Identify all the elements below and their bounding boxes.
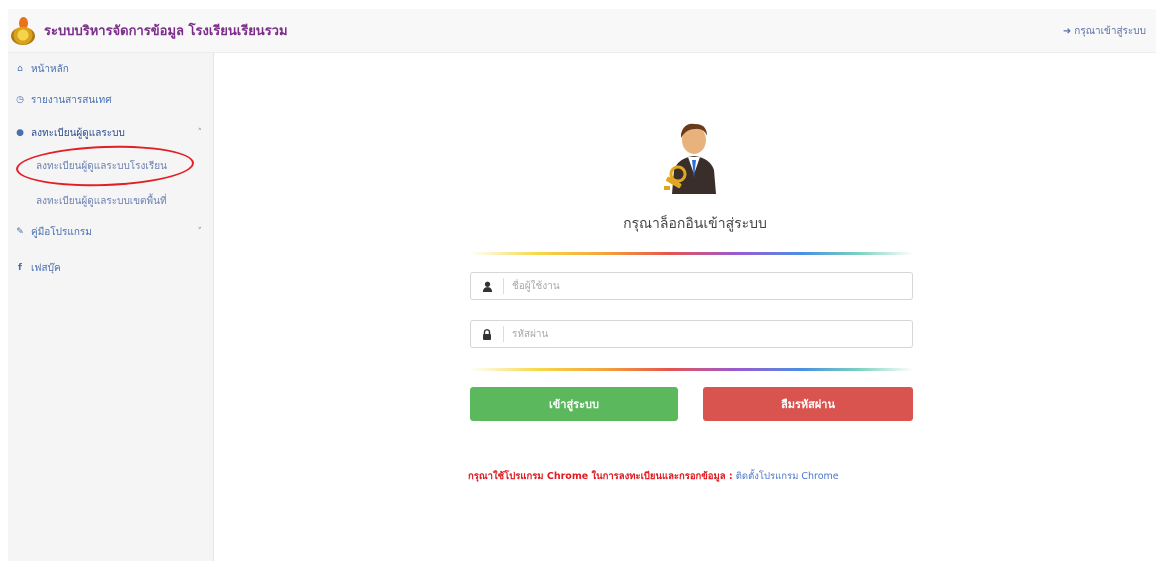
sidebar-item-manual[interactable]: ✎ คู่มือโปรแกรม ˅: [8, 222, 214, 242]
chevron-up-icon: ˄: [197, 128, 203, 138]
user-key-avatar-icon: [664, 123, 716, 194]
chevron-down-icon: ˅: [197, 227, 203, 237]
sidebar-item-admin-register[interactable]: ● ลงทะเบียนผู้ดูแลระบบ ˄: [8, 123, 214, 143]
sidebar-subitem-area-admin[interactable]: ลงทะเบียนผู้ดูแลระบบเขตพื้นที่: [8, 191, 214, 211]
clock-icon: ◷: [16, 95, 24, 105]
home-icon: ⌂: [17, 64, 23, 74]
login-heading: กรุณาล็อกอินเข้าสู่ระบบ: [623, 216, 767, 232]
user-icon: ●: [16, 128, 24, 138]
password-input[interactable]: [504, 322, 912, 346]
login-link[interactable]: ➜ กรุณาเข้าสู่ระบบ: [1063, 24, 1146, 39]
browser-notice: กรุณาใช้โปรแกรม Chrome ในการลงทะเบียนและ…: [468, 469, 948, 484]
user-icon: [471, 273, 503, 299]
sidebar-item-home[interactable]: ⌂ หน้าหลัก: [8, 59, 214, 79]
sidebar-item-reports[interactable]: ◷ รายงานสารสนเทศ: [8, 90, 214, 110]
password-field[interactable]: [470, 320, 913, 348]
forgot-password-button[interactable]: ลืมรหัสผ่าน: [703, 387, 913, 421]
facebook-icon: f: [18, 263, 22, 273]
login-button[interactable]: เข้าสู่ระบบ: [470, 387, 678, 421]
school-logo: [10, 16, 36, 45]
username-field[interactable]: [470, 272, 913, 300]
brand[interactable]: ระบบบริหารจัดการข้อมูล โรงเรียนเรียนรวม: [10, 16, 288, 45]
install-chrome-link[interactable]: ติดตั้งโปรแกรม Chrome: [736, 471, 839, 482]
main-content: กรุณาล็อกอินเข้าสู่ระบบ เข้าสู่ระบบ ลืมร…: [214, 53, 1156, 561]
sidebar-item-facebook[interactable]: f เฟสบุ๊ค: [8, 258, 214, 278]
top-navbar: ระบบบริหารจัดการข้อมูล โรงเรียนเรียนรวม …: [8, 9, 1156, 53]
username-input[interactable]: [504, 274, 912, 298]
rainbow-divider-bottom: [470, 368, 913, 371]
chrome-warning-text: กรุณาใช้โปรแกรม Chrome ในการลงทะเบียนและ…: [468, 471, 733, 482]
app-title: ระบบบริหารจัดการข้อมูล โรงเรียนเรียนรวม: [44, 24, 288, 39]
lock-icon: [471, 321, 503, 347]
wrench-icon: ✎: [16, 227, 24, 237]
sidebar: ⌂ หน้าหลัก ◷ รายงานสารสนเทศ ● ลงทะเบียนผ…: [8, 53, 214, 561]
rainbow-divider-top: [470, 252, 913, 255]
sign-in-icon: ➜: [1062, 26, 1072, 37]
